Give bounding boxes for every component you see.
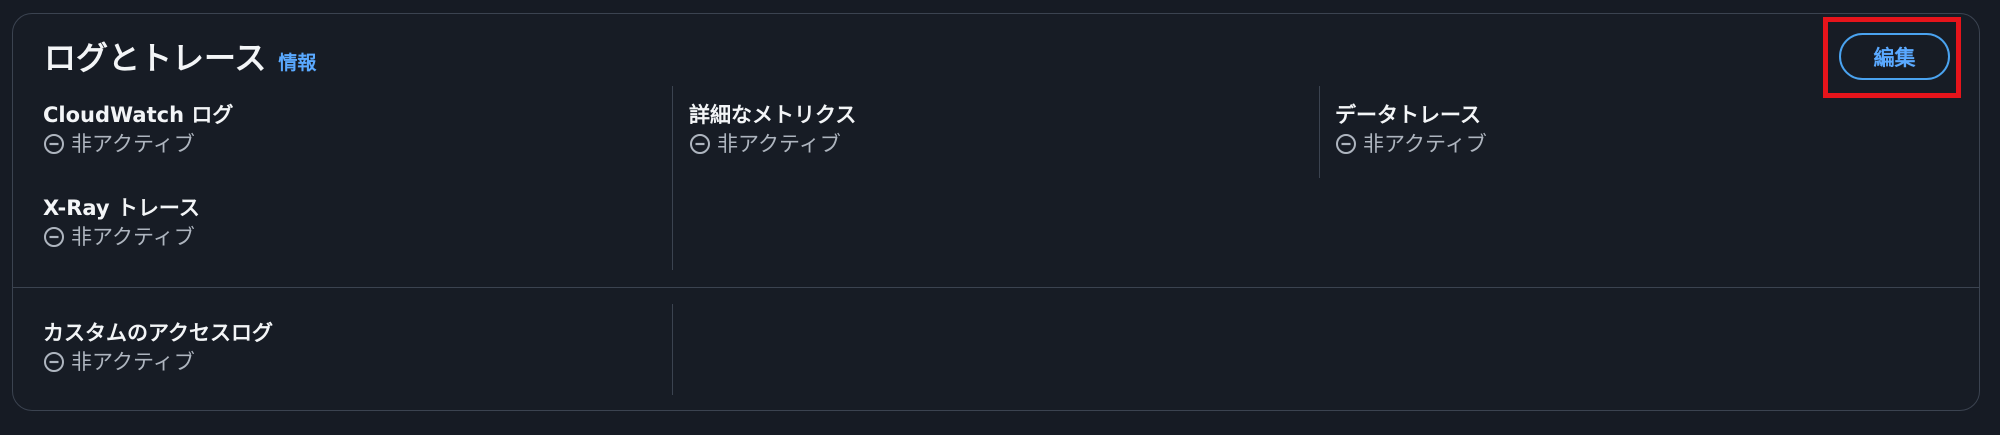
status-indicator: 非アクティブ (689, 129, 856, 159)
status-text: 非アクティブ (71, 350, 195, 374)
panel-header: ログとトレース 情報 (44, 38, 316, 83)
status-indicator: 非アクティブ (1335, 129, 1487, 159)
section-divider (13, 287, 1979, 288)
minus-circle-icon (690, 134, 710, 154)
status-indicator: 非アクティブ (43, 222, 200, 252)
column-divider (672, 304, 673, 395)
status-text: 非アクティブ (71, 132, 195, 156)
field-label: カスタムのアクセスログ (43, 321, 273, 345)
detailed-metrics-field: 詳細なメトリクス 非アクティブ (689, 101, 856, 159)
minus-circle-icon (1336, 134, 1356, 154)
status-text: 非アクティブ (717, 132, 841, 156)
status-text: 非アクティブ (1363, 132, 1487, 156)
minus-circle-icon (44, 134, 64, 154)
edit-button[interactable]: 編集 (1839, 33, 1950, 80)
info-link[interactable]: 情報 (278, 43, 316, 83)
status-text: 非アクティブ (71, 225, 195, 249)
minus-circle-icon (44, 227, 64, 247)
data-trace-field: データトレース 非アクティブ (1335, 101, 1487, 159)
logs-and-traces-panel: ログとトレース 情報 CloudWatch ログ 非アクティブ X-Ray トレ… (12, 13, 1980, 411)
xray-traces-field: X-Ray トレース 非アクティブ (43, 194, 200, 252)
status-indicator: 非アクティブ (43, 347, 273, 377)
custom-access-logs-field: カスタムのアクセスログ 非アクティブ (43, 319, 273, 377)
minus-circle-icon (44, 352, 64, 372)
column-divider (1319, 86, 1320, 178)
column-divider (672, 86, 673, 270)
field-label: 詳細なメトリクス (689, 103, 857, 127)
field-label: CloudWatch ログ (43, 103, 234, 127)
panel-title: ログとトレース (44, 39, 267, 77)
status-indicator: 非アクティブ (43, 129, 233, 159)
field-label: X-Ray トレース (43, 196, 200, 220)
cloudwatch-logs-field: CloudWatch ログ 非アクティブ (43, 101, 233, 159)
field-label: データトレース (1335, 103, 1481, 127)
